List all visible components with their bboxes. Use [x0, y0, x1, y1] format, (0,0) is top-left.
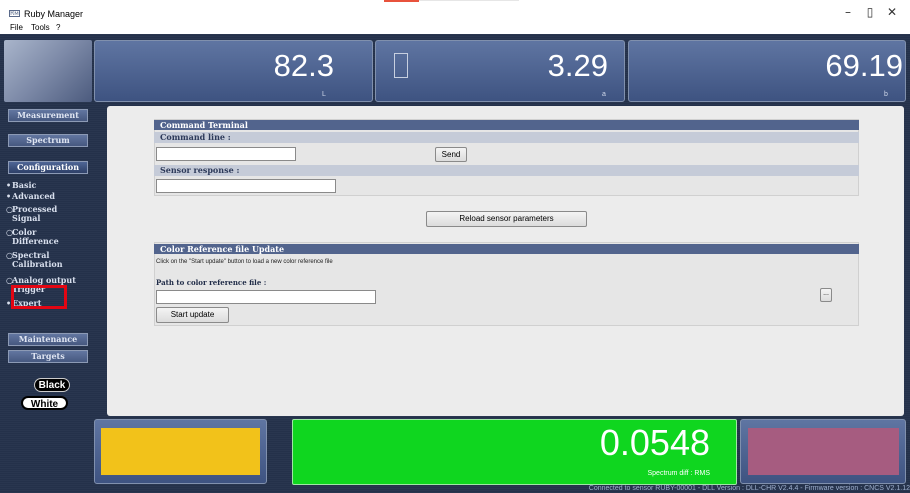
config-item-advanced[interactable]: •Advanced [6, 192, 55, 201]
path-label: Path to color reference file : [156, 278, 267, 287]
status-bar: Connected to sensor RUBY-00001 - DLL Ver… [588, 485, 910, 492]
readout-l-label: L [322, 91, 326, 98]
readout-l-value: 82.3 [273, 48, 334, 83]
config-item-basic[interactable]: •Basic [6, 181, 36, 190]
close-icon[interactable]: ✕ [881, 3, 903, 21]
command-input[interactable] [156, 147, 296, 161]
title-accent [384, 0, 419, 2]
command-terminal-title: Command Terminal [154, 120, 859, 130]
menu-file[interactable]: File [10, 23, 23, 32]
color-preview-icon [394, 53, 408, 78]
readout-a-label: a [602, 91, 606, 98]
path-input[interactable] [156, 290, 376, 304]
config-item-label: Signal [12, 213, 41, 223]
color-reference-title: Color Reference file Update [154, 244, 859, 254]
menu-help[interactable]: ? [56, 23, 60, 32]
title-accent-line [419, 0, 519, 1]
nav-maintenance[interactable]: Maintenance [8, 333, 88, 346]
left-color-swatch [101, 428, 260, 475]
config-item-spectral-calibration[interactable]: ○Spectral Calibration [6, 251, 63, 269]
config-item-processed-signal[interactable]: ○Processed Signal [6, 205, 57, 223]
config-item-label: Basic [12, 180, 37, 190]
spectrum-diff-value: 0.0548 [599, 422, 710, 463]
config-item-color-difference[interactable]: ○Color Difference [6, 228, 59, 246]
highlight-box [11, 285, 67, 309]
config-item-label: Calibration [12, 259, 63, 269]
spectrum-diff-label: Spectrum diff : RMS [647, 470, 710, 477]
sensor-response-field[interactable] [156, 179, 336, 193]
menu-tools[interactable]: Tools [31, 23, 50, 32]
color-reference-instruction: Click on the "Start update" button to lo… [156, 259, 333, 265]
right-color-swatch [748, 428, 899, 475]
nav-measurement[interactable]: Measurement [8, 109, 88, 122]
readout-a-value: 3.29 [547, 48, 608, 83]
config-item-label: Advanced [12, 191, 56, 201]
start-update-button[interactable]: Start update [156, 307, 229, 323]
send-button[interactable]: Send [435, 147, 467, 162]
nav-configuration[interactable]: Configuration [8, 161, 88, 174]
nav-targets[interactable]: Targets [8, 350, 88, 363]
config-item-label: Difference [12, 236, 59, 246]
menu-bar [0, 22, 910, 34]
white-target-button[interactable]: White [21, 396, 68, 410]
maximize-icon[interactable]: ▯ [859, 3, 881, 21]
black-target-button[interactable]: Black [34, 378, 70, 392]
brand-logo-area [4, 40, 92, 102]
window-title: Ruby Manager [24, 9, 84, 19]
app-logo-icon: Rм [9, 10, 20, 17]
minimize-icon[interactable]: – [837, 3, 859, 21]
nav-spectrum[interactable]: Spectrum [8, 134, 88, 147]
sensor-response-label: Sensor response : [154, 165, 859, 176]
reload-sensor-parameters-button[interactable]: Reload sensor parameters [426, 211, 587, 227]
title-bar [0, 0, 910, 22]
readout-b-value: 69.19 [825, 48, 903, 83]
browse-button[interactable]: ... [820, 288, 832, 302]
command-line-label: Command line : [154, 132, 859, 143]
readout-b-label: b [884, 91, 888, 98]
